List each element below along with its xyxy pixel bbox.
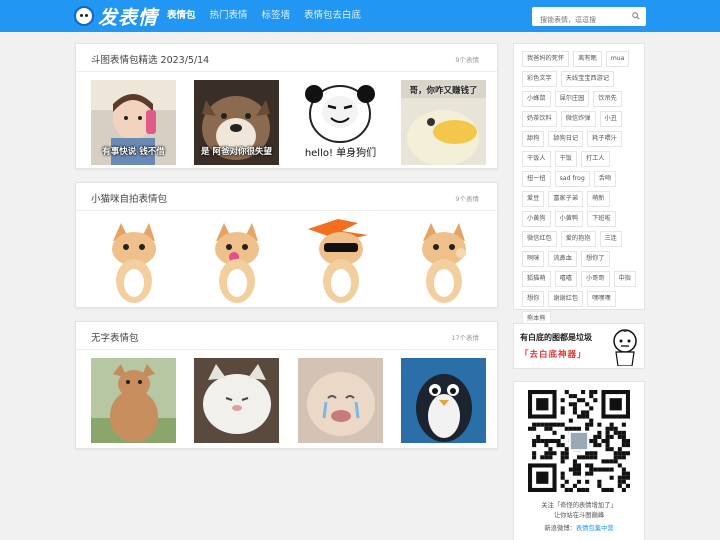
- section-title[interactable]: 斗图表情包精选 2023/5/14: [91, 52, 209, 66]
- tag-item[interactable]: 耗子喂汁: [587, 131, 622, 147]
- tag-item[interactable]: 小黄鸭: [554, 211, 584, 227]
- meme-caption: 是 阿爸对你很失望: [201, 147, 272, 157]
- meme-caption: 哥，你咋又赚钱了: [409, 86, 478, 96]
- weibo-link[interactable]: 表情包集中营: [576, 525, 614, 532]
- qr-code: [528, 390, 630, 492]
- tag-item[interactable]: 三连: [599, 231, 622, 247]
- tag-item[interactable]: 爱的抱抱: [560, 231, 596, 247]
- tag-item[interactable]: 舔狗日记: [548, 131, 584, 147]
- tag-item[interactable]: 谢谢红包: [548, 291, 584, 307]
- nav-item-hot[interactable]: 热门表情: [203, 0, 255, 32]
- qr-caption-2: 让你站在斗图巅峰: [553, 512, 605, 519]
- tag-item[interactable]: 咧咪: [522, 251, 545, 267]
- tag-item[interactable]: 天线宝宝西游记: [560, 71, 615, 87]
- weibo-line: 新浪微博：表情包集中营: [514, 523, 644, 532]
- tag-item[interactable]: 爱豆: [522, 191, 545, 207]
- weibo-label: 新浪微博：: [544, 525, 576, 532]
- search-icon[interactable]: [632, 12, 640, 20]
- meme-face-icon: [613, 329, 637, 366]
- ad-headline: 有白底的图都是垃圾: [520, 333, 592, 342]
- meme-thumb[interactable]: 是 阿爸对你很失望: [194, 80, 279, 165]
- meme-section-1: 斗图表情包精选 2023/5/14 9个表情 有事快说 钱不借 是 阿爸对你很失…: [75, 43, 498, 169]
- tag-item[interactable]: 彩色文字: [522, 71, 557, 87]
- tag-item[interactable]: 想你: [522, 291, 545, 307]
- site-logo[interactable]: 发表情: [74, 4, 159, 29]
- tag-item[interactable]: sad frog: [554, 171, 590, 187]
- tag-item[interactable]: 干饭: [554, 151, 577, 167]
- tag-item[interactable]: 微信红包: [522, 231, 557, 247]
- tag-item[interactable]: 想你了: [580, 251, 610, 267]
- search-box: [532, 7, 646, 30]
- tag-item[interactable]: 舔狗: [522, 131, 545, 147]
- meme-thumb[interactable]: [298, 219, 383, 304]
- tag-item[interactable]: 饮吊先: [593, 91, 622, 107]
- nav-item-tag-wall[interactable]: 标签墙: [255, 0, 298, 32]
- tag-item[interactable]: 微信炸弹: [560, 111, 596, 127]
- meme-thumb[interactable]: 哥，你咋又赚钱了: [401, 80, 486, 165]
- meme-thumb[interactable]: 有事快说 钱不借: [91, 80, 176, 165]
- meme-thumb[interactable]: [401, 358, 486, 443]
- tag-item[interactable]: 嘿嘿嘿: [587, 291, 616, 307]
- tag-item[interactable]: 舌吻: [593, 171, 617, 187]
- tag-item[interactable]: 小黄狗: [522, 211, 551, 227]
- meme-caption: hello! 单身狗们: [304, 148, 377, 159]
- meme-section-2: 小猫咪自拍表情包 9个表情: [75, 182, 498, 308]
- tag-item[interactable]: 狐猫萌: [522, 271, 551, 287]
- logo-text: 发表情: [98, 6, 159, 29]
- qr-caption-1: 关注「奇怪的表情增加了」: [541, 502, 617, 509]
- tag-item[interactable]: 奶茶饮料: [522, 111, 557, 127]
- meme-thumb[interactable]: [194, 219, 279, 304]
- tag-item[interactable]: 小蜂鼠: [522, 91, 551, 107]
- main-nav: 表情包 热门表情 标签墙 表情包去白底: [160, 0, 368, 32]
- meme-thumb[interactable]: [401, 219, 486, 304]
- meme-caption: 有事快说 钱不借: [102, 147, 165, 157]
- section-count[interactable]: 9个表情: [455, 54, 479, 64]
- tag-item[interactable]: 下班啦: [587, 211, 616, 227]
- meme-thumb[interactable]: [91, 358, 176, 443]
- ad-subline: 「去白底神器」: [520, 350, 587, 360]
- tag-item[interactable]: 干饭人: [522, 151, 551, 167]
- tag-item[interactable]: 小哥哥: [580, 271, 610, 287]
- nav-item-memes[interactable]: 表情包: [160, 0, 203, 32]
- tag-item[interactable]: 嘻嘻: [554, 271, 577, 287]
- meme-thumb[interactable]: [298, 358, 383, 443]
- tag-item[interactable]: 扭一扭: [522, 171, 551, 187]
- tag-item[interactable]: 离有眠: [573, 51, 602, 67]
- tag-item[interactable]: 我爸妈的死怀: [522, 51, 570, 67]
- qr-code-panel: 关注「奇怪的表情增加了」 让你站在斗图巅峰 新浪微博：表情包集中营: [513, 381, 645, 540]
- tag-cloud: 我爸妈的死怀 离有眠 mua 彩色文字 天线宝宝西游记 小蜂鼠 屎尔庄园 饮吊先奶茶饮料 微信炸…: [513, 43, 645, 327]
- tag-item[interactable]: 中指: [613, 271, 636, 287]
- tag-item[interactable]: 萌新: [587, 191, 610, 207]
- search-input[interactable]: [532, 10, 628, 30]
- meme-section-3: 无字表情包 17个表情: [75, 321, 498, 449]
- tag-item[interactable]: 流鼻血: [548, 251, 577, 267]
- logo-face-icon: [74, 6, 94, 26]
- remove-white-ad-banner[interactable]: 有白底的图都是垃圾 「去白底神器」: [513, 323, 645, 369]
- section-count[interactable]: 9个表情: [455, 193, 479, 203]
- tag-item[interactable]: 打工人: [580, 151, 610, 167]
- tag-item[interactable]: 屎尔庄园: [554, 91, 590, 107]
- tag-item[interactable]: 小丑: [599, 111, 622, 127]
- section-title[interactable]: 无字表情包: [91, 330, 139, 344]
- tag-item[interactable]: mua: [605, 51, 630, 67]
- meme-thumb[interactable]: [194, 358, 279, 443]
- section-title[interactable]: 小猫咪自拍表情包: [91, 191, 167, 205]
- section-count[interactable]: 17个表情: [451, 332, 479, 342]
- top-navbar: 发表情 表情包 热门表情 标签墙 表情包去白底: [0, 0, 720, 32]
- meme-thumb[interactable]: hello! 单身狗们: [298, 80, 383, 165]
- tag-item[interactable]: 富家子弟: [548, 191, 584, 207]
- nav-item-remove-white[interactable]: 表情包去白底: [297, 0, 368, 32]
- meme-thumb[interactable]: [91, 219, 176, 304]
